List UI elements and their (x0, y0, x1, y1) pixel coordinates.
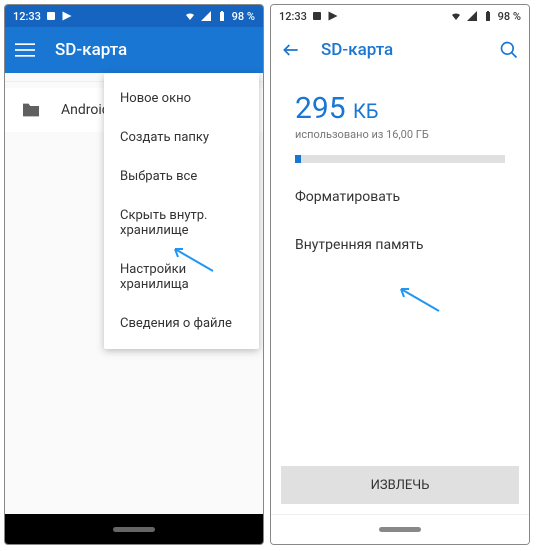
phone-left: 12:33 98 % SD-карта Android Новое окно С… (4, 4, 264, 545)
eject-button[interactable]: ИЗВЛЕЧЬ (281, 466, 519, 504)
nav-pill[interactable] (113, 527, 155, 532)
status-bar: 12:33 98 % (271, 5, 529, 27)
content: Android Новое окно Создать папку Выбрать… (5, 73, 263, 514)
nav-pill[interactable] (379, 527, 421, 532)
phone-right: 12:33 98 % SD-карта 295 КБ использовано … (270, 4, 530, 545)
app-bar: SD-карта (271, 27, 529, 73)
nav-bar (5, 514, 263, 544)
battery-pct: 98 % (232, 10, 255, 23)
play-icon (61, 10, 73, 22)
storage-value: 295 (295, 91, 346, 126)
nav-bar (271, 514, 529, 544)
appbar-title: SD-карта (55, 40, 255, 60)
usage-bar-fill (295, 155, 301, 163)
hamburger-icon[interactable] (13, 38, 37, 62)
status-time: 12:33 (279, 10, 307, 23)
storage-subtext: использовано из 16,00 ГБ (295, 128, 505, 141)
back-icon[interactable] (279, 38, 303, 62)
menu-create-folder[interactable]: Создать папку (104, 118, 259, 157)
menu-new-window[interactable]: Новое окно (104, 79, 259, 118)
screenshot-icon (45, 10, 57, 22)
signal-icon (200, 10, 212, 22)
menu-file-info[interactable]: Сведения о файле (104, 304, 259, 343)
storage-unit: КБ (353, 99, 378, 123)
content: 295 КБ использовано из 16,00 ГБ Форматир… (271, 73, 529, 514)
status-time: 12:33 (13, 10, 41, 23)
battery-icon (216, 10, 228, 22)
appbar-title: SD-карта (321, 40, 479, 60)
overflow-menu: Новое окно Создать папку Выбрать все Скр… (104, 73, 259, 349)
search-icon[interactable] (497, 38, 521, 62)
usage-bar (295, 155, 505, 163)
menu-storage-settings[interactable]: Настройки хранилища (104, 250, 259, 304)
battery-icon (482, 10, 494, 22)
play-icon (327, 10, 339, 22)
option-internal[interactable]: Внутренняя память (271, 221, 529, 269)
option-format[interactable]: Форматировать (271, 173, 529, 221)
folder-icon (21, 102, 41, 118)
screenshot-icon (311, 10, 323, 22)
wifi-icon (450, 10, 462, 22)
folder-label: Android (61, 102, 110, 118)
status-bar: 12:33 98 % (5, 5, 263, 27)
arrow-annotation (391, 283, 441, 313)
battery-pct: 98 % (498, 10, 521, 23)
app-bar: SD-карта (5, 27, 263, 73)
menu-select-all[interactable]: Выбрать все (104, 157, 259, 196)
storage-summary: 295 КБ использовано из 16,00 ГБ (271, 73, 529, 173)
signal-icon (466, 10, 478, 22)
menu-hide-internal[interactable]: Скрыть внутр. хранилище (104, 196, 259, 250)
wifi-icon (184, 10, 196, 22)
